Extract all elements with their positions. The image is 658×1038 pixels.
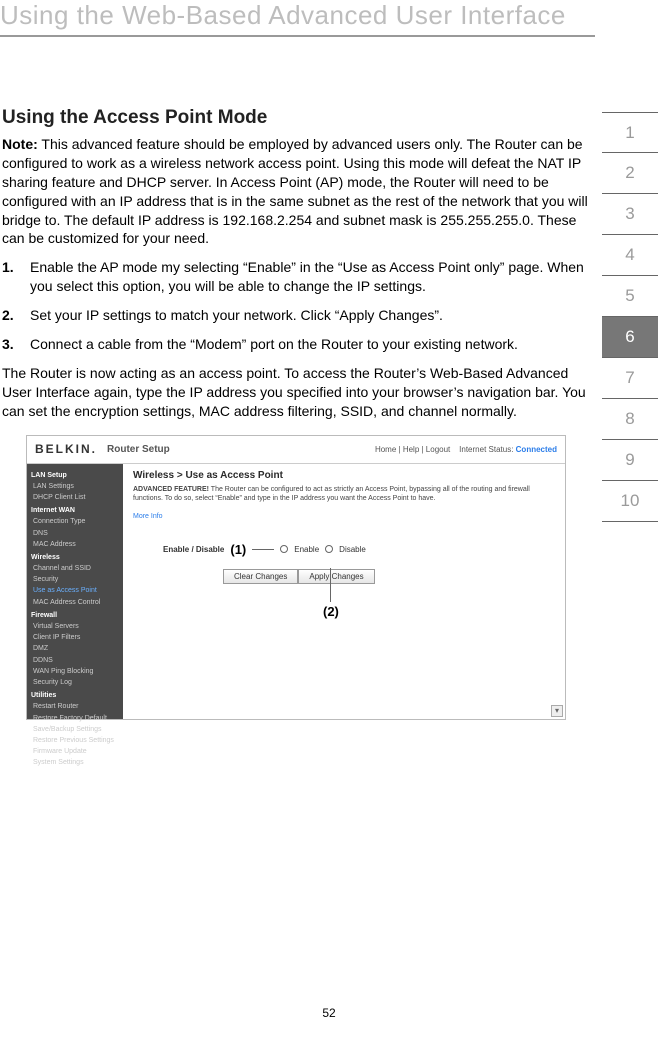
breadcrumb: Wireless > Use as Access Point bbox=[133, 470, 555, 481]
step-2: 2.Set your IP settings to match your net… bbox=[2, 306, 590, 325]
status-value: Connected bbox=[516, 445, 557, 454]
nav-item: Firmware Update bbox=[31, 746, 119, 757]
note-text: This advanced feature should be employed… bbox=[2, 136, 588, 246]
radio-enable bbox=[280, 545, 288, 553]
nav-group-utilities: Utilities bbox=[31, 690, 119, 701]
nav-item: Restore Previous Settings bbox=[31, 735, 119, 746]
nav-item: WAN Ping Blocking bbox=[31, 666, 119, 677]
nav-group-firewall: Firewall bbox=[31, 610, 119, 621]
step-3-text: Connect a cable from the “Modem” port on… bbox=[30, 336, 518, 352]
nav-item: Virtual Servers bbox=[31, 621, 119, 632]
tab-3[interactable]: 3 bbox=[602, 194, 658, 235]
callout-2-line bbox=[330, 568, 331, 602]
option-disable: Disable bbox=[339, 545, 366, 554]
tab-4[interactable]: 4 bbox=[602, 235, 658, 276]
steps-list: 1.Enable the AP mode my selecting “Enabl… bbox=[2, 258, 590, 354]
followup-paragraph: The Router is now acting as an access po… bbox=[2, 364, 590, 421]
router-ui-screenshot: BELKIN. Router Setup Home | Help | Logou… bbox=[26, 435, 566, 720]
step-3: 3.Connect a cable from the “Modem” port … bbox=[2, 335, 590, 354]
nav-item: System Settings bbox=[31, 757, 119, 768]
nav-item: Channel and SSID bbox=[31, 563, 119, 574]
nav-item: DNS bbox=[31, 528, 119, 539]
chapter-title: Using the Web-Based Advanced User Interf… bbox=[0, 0, 595, 37]
nav-group-wireless: Wireless bbox=[31, 552, 119, 563]
nav-item: LAN Settings bbox=[31, 481, 119, 492]
callout-line bbox=[252, 549, 274, 550]
nav-item: Save/Backup Settings bbox=[31, 724, 119, 735]
button-row: Clear Changes Apply Changes bbox=[223, 569, 555, 584]
enable-disable-label: Enable / Disable bbox=[163, 545, 224, 554]
nav-item: Restore Factory Default bbox=[31, 713, 119, 724]
tab-8[interactable]: 8 bbox=[602, 399, 658, 440]
step-1: 1.Enable the AP mode my selecting “Enabl… bbox=[2, 258, 590, 296]
callout-2: (2) bbox=[323, 604, 339, 619]
brand-logo: BELKIN. bbox=[35, 442, 97, 456]
note-paragraph: Note: This advanced feature should be em… bbox=[2, 135, 590, 248]
brand-subtitle: Router Setup bbox=[107, 444, 170, 455]
step-2-text: Set your IP settings to match your netwo… bbox=[30, 307, 443, 323]
nav-item: Connection Type bbox=[31, 516, 119, 527]
nav-item-selected: Use as Access Point bbox=[31, 585, 119, 596]
radio-disable bbox=[325, 545, 333, 553]
nav-item: DHCP Client List bbox=[31, 492, 119, 503]
nav-group-lan: LAN Setup bbox=[31, 470, 119, 481]
tab-6[interactable]: 6 bbox=[602, 317, 658, 358]
tab-5[interactable]: 5 bbox=[602, 276, 658, 317]
enable-disable-row: Enable / Disable (1) Enable Disable bbox=[163, 542, 555, 557]
step-1-text: Enable the AP mode my selecting “Enable”… bbox=[30, 259, 584, 294]
nav-group-wan: Internet WAN bbox=[31, 505, 119, 516]
nav-item: DMZ bbox=[31, 643, 119, 654]
shot-sidebar: LAN Setup LAN Settings DHCP Client List … bbox=[27, 464, 123, 719]
advanced-label: ADVANCED FEATURE! bbox=[133, 486, 209, 493]
more-info-link: More Info bbox=[133, 513, 163, 520]
nav-item: DDNS bbox=[31, 655, 119, 666]
nav-item: MAC Address Control bbox=[31, 597, 119, 608]
section-heading: Using the Access Point Mode bbox=[2, 107, 590, 129]
callout-1: (1) bbox=[230, 542, 246, 557]
tab-1[interactable]: 1 bbox=[602, 112, 658, 153]
note-label: Note: bbox=[2, 136, 38, 152]
nav-item: Security Log bbox=[31, 677, 119, 688]
page-number: 52 bbox=[0, 1006, 658, 1020]
scroll-down-icon: ▾ bbox=[551, 705, 563, 717]
tab-7[interactable]: 7 bbox=[602, 358, 658, 399]
nav-item: Restart Router bbox=[31, 701, 119, 712]
tab-10[interactable]: 10 bbox=[602, 481, 658, 522]
apply-changes-button: Apply Changes bbox=[298, 569, 374, 584]
nav-item: MAC Address bbox=[31, 539, 119, 550]
advanced-feature-text: ADVANCED FEATURE! The Router can be conf… bbox=[133, 485, 555, 503]
section-tabs: 1 2 3 4 5 6 7 8 9 10 bbox=[602, 112, 658, 522]
option-enable: Enable bbox=[294, 545, 319, 554]
nav-item: Client IP Filters bbox=[31, 632, 119, 643]
status-label: Internet Status: bbox=[459, 445, 513, 454]
header-status: Home | Help | Logout Internet Status: Co… bbox=[375, 445, 557, 454]
tab-2[interactable]: 2 bbox=[602, 153, 658, 194]
header-links: Home | Help | Logout bbox=[375, 445, 450, 454]
tab-9[interactable]: 9 bbox=[602, 440, 658, 481]
nav-item: Security bbox=[31, 574, 119, 585]
clear-changes-button: Clear Changes bbox=[223, 569, 298, 584]
shot-main: Wireless > Use as Access Point ADVANCED … bbox=[123, 464, 565, 719]
shot-header: BELKIN. Router Setup Home | Help | Logou… bbox=[27, 436, 565, 464]
